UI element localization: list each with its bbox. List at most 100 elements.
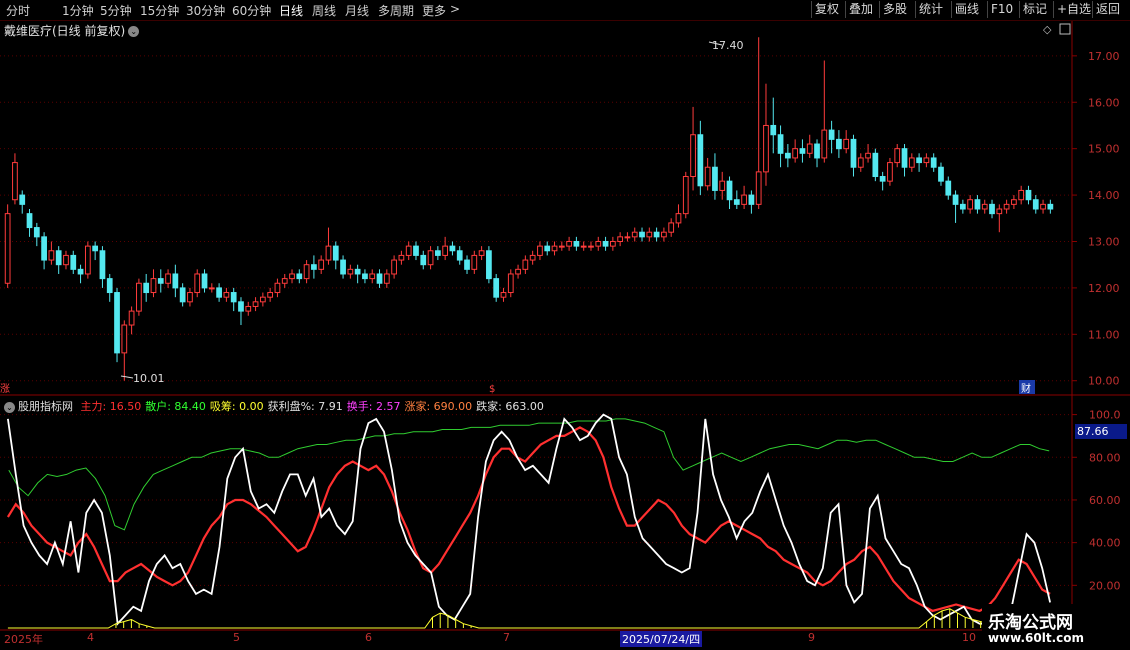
maximize-icon[interactable] <box>1059 23 1071 35</box>
candle <box>515 264 521 279</box>
candle <box>413 241 419 261</box>
price-tick-label: 12.00 <box>1088 282 1120 295</box>
candle <box>1047 199 1054 214</box>
candle <box>544 241 551 256</box>
candle <box>362 269 368 284</box>
candle <box>486 246 492 284</box>
indicator-value-0: 主力: 16.50 <box>80 400 142 413</box>
candle <box>1040 199 1046 214</box>
indicator-header: ⌄ 股朋指标网 主力: 16.50 散户: 84.40 吸筹: 0.00 获利盘%: 7… <box>4 398 552 414</box>
candle <box>981 199 988 214</box>
candle <box>420 250 427 270</box>
candle <box>230 287 237 312</box>
candle <box>938 162 944 186</box>
candle <box>828 120 835 154</box>
candle <box>128 306 135 335</box>
candle <box>784 144 791 168</box>
candle <box>281 273 288 288</box>
indicator-name[interactable]: 股朋指标网 <box>18 400 73 413</box>
candle <box>843 130 850 154</box>
date-label-4: 4 <box>87 631 94 644</box>
candle <box>777 125 784 168</box>
candle <box>19 190 26 214</box>
candle <box>901 144 908 177</box>
candle <box>172 264 179 298</box>
indicator-line-散户 <box>8 418 1050 531</box>
candle <box>609 236 616 251</box>
candle <box>916 153 922 172</box>
candle <box>952 190 959 223</box>
dollar-marker: $ <box>489 384 495 395</box>
candle <box>165 269 171 288</box>
date-label-7: 7 <box>503 631 510 644</box>
indicator-line-主力 <box>6 426 1051 613</box>
candle <box>894 144 901 168</box>
high-annotation: 17.40 <box>712 39 744 52</box>
candle <box>325 227 332 265</box>
candle <box>48 241 55 265</box>
price-gridlines <box>0 55 1072 382</box>
candle <box>150 269 157 298</box>
candle <box>1003 199 1010 214</box>
candle <box>712 153 718 200</box>
candle <box>930 153 937 172</box>
candle <box>208 283 215 293</box>
candle <box>588 241 594 251</box>
indicator-lines <box>6 413 1051 629</box>
indicator-value-6: 跌家: 663.00 <box>476 400 544 413</box>
candle <box>77 264 84 284</box>
indicator-tick-label: 20.00 <box>1089 579 1121 592</box>
candle <box>850 134 857 177</box>
candle <box>383 269 390 288</box>
candle <box>114 287 120 363</box>
candle <box>92 241 99 261</box>
watermark-url: www.60lt.com <box>988 631 1085 645</box>
candle <box>857 153 864 172</box>
candle <box>274 278 281 298</box>
candle <box>157 269 164 293</box>
indicator-tick-label: 100.0 <box>1089 409 1121 422</box>
candle <box>551 241 558 256</box>
current-value-badge: 87.66 <box>1075 424 1127 439</box>
candle <box>872 148 879 182</box>
candle <box>340 255 346 279</box>
candle <box>12 153 18 205</box>
indicator-value-5: 涨家: 690.00 <box>404 400 473 413</box>
candle <box>500 287 507 302</box>
candle <box>143 273 150 302</box>
candle <box>755 37 762 209</box>
date-label-10: 10 <box>962 631 976 644</box>
indicator-dropdown-icon[interactable]: ⌄ <box>4 401 15 413</box>
indicator-tick-label: 80.00 <box>1089 451 1121 464</box>
candle <box>136 278 142 316</box>
candle <box>792 139 799 163</box>
candle <box>318 255 325 274</box>
price-axis-ticks: 17.00 16.00 15.00 14.00 13.00 12.00 11.00 10.00 <box>1072 50 1120 388</box>
date-label-2025: 2025年 <box>4 633 43 646</box>
candle <box>959 199 966 214</box>
candle <box>187 287 193 307</box>
candle <box>566 236 572 251</box>
candle <box>806 134 813 158</box>
candle <box>303 260 310 284</box>
candle <box>296 269 303 284</box>
diamond-icon[interactable]: ◇ <box>1043 23 1052 36</box>
candle <box>653 227 660 242</box>
price-tick-label: 10.00 <box>1088 375 1120 388</box>
candle <box>347 264 354 279</box>
candle <box>624 232 631 242</box>
candle <box>121 320 128 381</box>
cursor-date-label: 2025/07/24/四 <box>620 631 703 647</box>
candle <box>471 250 478 274</box>
candle <box>391 255 397 279</box>
watermark-title: 乐淘公式网 <box>988 613 1073 633</box>
candle <box>1032 195 1039 214</box>
candle <box>201 269 208 293</box>
candle <box>639 227 645 242</box>
candle <box>106 273 113 302</box>
candle <box>478 246 485 261</box>
candle <box>814 139 820 168</box>
candle <box>537 241 543 261</box>
candle <box>376 269 383 288</box>
candle <box>369 269 376 284</box>
